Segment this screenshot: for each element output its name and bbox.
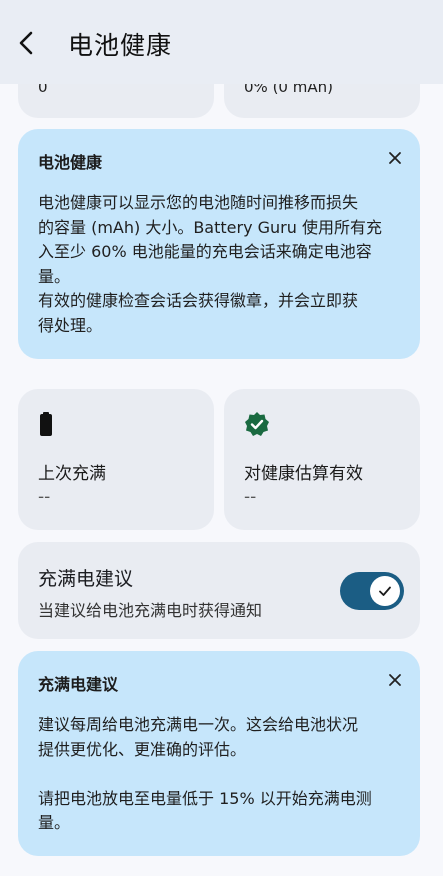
info-card-title: 充满电建议 [38,675,119,694]
verified-badge-icon [245,412,269,436]
full-charge-setting-title: 充满电建议 [38,568,134,590]
info-line: 入至少 60% 电池能量的充电会话来确定电池容 [38,242,372,261]
full-charge-setting-card[interactable]: 充满电建议 当建议给电池充满电时获得通知 [18,542,420,639]
info-line: 得处理。 [38,315,103,335]
full-charge-info-card: 充满电建议 建议每周给电池充满电一次。这会给电池状况 提供更优化、更准确的评估。… [18,651,420,856]
page-title: 电池健康 [68,31,173,60]
last-charge-card: 上次充满 -- [18,389,214,530]
info-line: 电池健康可以显示您的电池随时间推移而损失 [38,193,359,212]
full-charge-setting-subtitle: 当建议给电池充满电时获得通知 [38,601,263,620]
info-line [38,762,398,787]
last-charge-value: -- [38,487,51,507]
valid-estimate-value: -- [244,487,257,507]
close-icon[interactable] [386,671,404,689]
close-icon[interactable] [386,149,404,167]
info-card-title: 电池健康 [38,153,103,172]
info-line: 请把电池放电至电量低于 15% 以开始充满电测 [38,788,372,808]
info-card-body: 建议每周给电池充满电一次。这会给电池状况 提供更优化、更准确的评估。 请把电池放… [38,713,398,836]
info-line: 量。 [38,813,71,832]
check-icon [379,586,391,596]
info-line: 提供更优化、更准确的评估。 [38,739,247,759]
valid-estimate-label: 对健康估算有效 [244,464,363,484]
info-line: 有效的健康检查会话会获得徽章，并会立即获 [38,291,359,310]
back-button[interactable] [12,26,40,60]
back-arrow-icon [19,31,33,55]
last-charge-label: 上次充满 [38,464,106,484]
toggle-knob [370,576,400,606]
full-charge-toggle[interactable] [340,572,404,610]
battery-health-info-card: 电池健康 电池健康可以显示您的电池随时间推移而损失 的容量 (mAh) 大小。B… [18,129,420,359]
app-header: 电池健康 [0,0,443,84]
valid-estimate-card: 对健康估算有效 -- [224,389,420,530]
battery-full-icon [40,412,52,436]
info-line: 的容量 (mAh) 大小。Battery Guru 使用所有充 [38,217,382,237]
info-card-body: 电池健康可以显示您的电池随时间推移而损失 的容量 (mAh) 大小。Batter… [38,191,398,338]
info-line: 量。 [38,266,71,286]
info-line: 建议每周给电池充满电一次。这会给电池状况 [38,715,359,734]
